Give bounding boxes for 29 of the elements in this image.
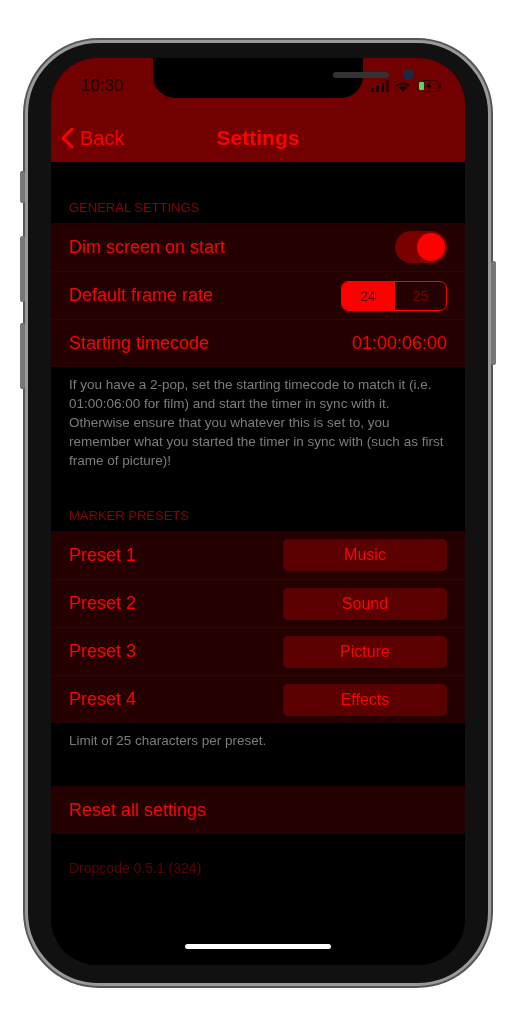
setting-label: Starting timecode bbox=[69, 333, 210, 354]
section-header: MARKER PRESETS bbox=[68, 507, 190, 525]
preset-label: Preset 2 bbox=[69, 593, 137, 614]
screen-title: Settings bbox=[216, 126, 300, 149]
speaker-grille bbox=[333, 72, 389, 78]
section-footer: If you have a 2-pop, set the starting timecode to match it (i.e. 01:00:06:00 for film) and start the timer in sync with it. Otherwise ensure that you whatever this is set to, you remember what you started the timer in sync with (such as first frame of picture)! bbox=[51, 367, 465, 470]
preset-field[interactable]: Effects bbox=[283, 683, 447, 716]
setting-label: Default frame rate bbox=[69, 285, 214, 306]
reset-label[interactable]: Reset all settings bbox=[69, 799, 207, 821]
timecode-value[interactable]: 01:00:06:00 bbox=[351, 333, 447, 354]
preset-field[interactable]: Picture bbox=[283, 635, 447, 668]
battery-icon bbox=[417, 80, 441, 92]
setting-label: Dim screen on start bbox=[69, 236, 226, 258]
chevron-left-icon bbox=[61, 127, 74, 149]
preset-field[interactable]: Music bbox=[283, 539, 447, 571]
preset-label: Preset 1 bbox=[69, 544, 137, 566]
preset-field[interactable]: Sound bbox=[283, 587, 447, 620]
section-footer: Limit of 25 characters per preset. bbox=[51, 723, 465, 750]
back-button[interactable]: Back bbox=[61, 126, 125, 150]
signal-icon bbox=[371, 80, 389, 92]
preset-label: Preset 4 bbox=[69, 689, 137, 710]
status-time: 10:30 bbox=[81, 76, 124, 96]
preset-label: Preset 3 bbox=[69, 641, 137, 662]
camera-lens bbox=[403, 69, 414, 80]
wifi-icon bbox=[395, 80, 411, 92]
section-header: GENERAL SETTINGS bbox=[68, 199, 201, 217]
version-label: Dropcode 0.5.1 (324) bbox=[68, 859, 203, 876]
toggle-switch[interactable] bbox=[395, 231, 447, 263]
segment-option[interactable]: 24 bbox=[342, 281, 394, 310]
